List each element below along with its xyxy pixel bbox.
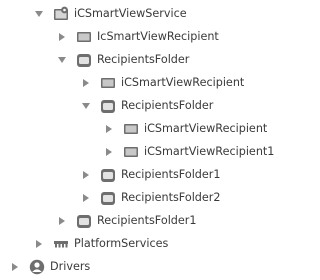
tree-node-label: iCSmartViewRecipient [121, 76, 245, 89]
tree-node-icsmartviewrecipient1[interactable]: iCSmartViewRecipient1 [0, 140, 274, 163]
tree-node-icsmartviewrecipient[interactable]: iCSmartViewRecipient [0, 117, 274, 140]
collapse-arrow-icon[interactable] [57, 55, 67, 65]
collapse-arrow-icon[interactable] [34, 9, 44, 19]
tree-node-label: PlatformServices [74, 237, 169, 250]
tree-node-recipientsfolder2[interactable]: RecipientsFolder2 [0, 186, 274, 209]
tree-node-platformservices[interactable]: PlatformServices [0, 232, 274, 255]
platform-services-icon [54, 241, 68, 248]
recipient-icon [124, 124, 138, 134]
tree-node-icsmartviewrecipient[interactable]: iCSmartViewRecipient [0, 71, 274, 94]
tree-node-label: RecipientsFolder1 [121, 168, 221, 181]
folder-icon [101, 100, 115, 113]
expand-arrow-icon[interactable] [81, 170, 91, 180]
service-gear-icon [54, 6, 68, 20]
expand-arrow-icon[interactable] [57, 32, 67, 42]
tree-node-icsmartviewrecipient[interactable]: IcSmartViewRecipient [0, 25, 274, 48]
tree-node-recipientsfolder[interactable]: RecipientsFolder [0, 94, 274, 117]
tree-node-label: Drivers [50, 260, 91, 273]
folder-icon [77, 215, 91, 228]
folder-icon [101, 192, 115, 205]
drivers-icon [29, 259, 45, 275]
expand-arrow-icon[interactable] [34, 239, 44, 249]
folder-icon [77, 54, 91, 67]
tree-node-label: RecipientsFolder1 [97, 214, 197, 227]
recipient-icon [101, 78, 115, 88]
tree-node-recipientsfolder1[interactable]: RecipientsFolder1 [0, 163, 274, 186]
tree-node-recipientsfolder[interactable]: RecipientsFolder [0, 48, 274, 71]
tree-node-label: iCSmartViewService [74, 7, 187, 20]
tree-node-label: RecipientsFolder [97, 53, 190, 66]
folder-icon [101, 169, 115, 182]
expand-arrow-icon[interactable] [104, 147, 114, 157]
expand-arrow-icon[interactable] [104, 124, 114, 134]
expand-arrow-icon[interactable] [81, 193, 91, 203]
tree-node-recipientsfolder1[interactable]: RecipientsFolder1 [0, 209, 274, 232]
tree-node-label: RecipientsFolder [121, 99, 214, 112]
tree-node-drivers[interactable]: Drivers [0, 255, 274, 278]
tree-node-label: iCSmartViewRecipient [144, 122, 268, 135]
navigation-tree: iCSmartViewService IcSmartViewRecipient … [0, 0, 274, 280]
recipient-icon [77, 32, 91, 42]
tree-node-label: iCSmartViewRecipient1 [144, 145, 275, 158]
tree-node-icsmartviewservice[interactable]: iCSmartViewService [0, 2, 274, 25]
expand-arrow-icon[interactable] [10, 262, 20, 272]
recipient-icon [124, 147, 138, 157]
expand-arrow-icon[interactable] [57, 216, 67, 226]
collapse-arrow-icon[interactable] [81, 101, 91, 111]
tree-node-label: IcSmartViewRecipient [97, 30, 219, 43]
expand-arrow-icon[interactable] [81, 78, 91, 88]
tree-node-label: RecipientsFolder2 [121, 191, 221, 204]
